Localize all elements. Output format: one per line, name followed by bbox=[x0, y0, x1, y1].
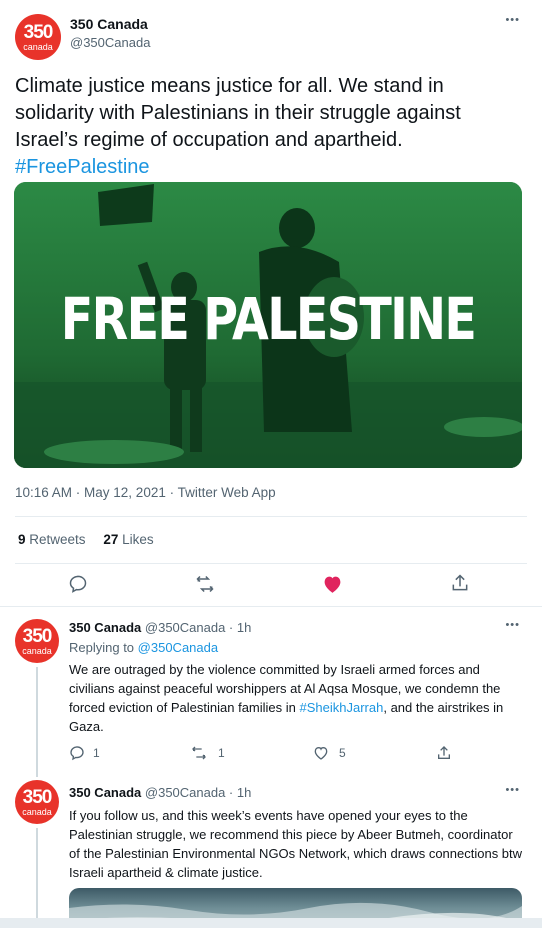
reply-action-bar: 1 1 5 bbox=[69, 745, 524, 765]
retweet-icon bbox=[192, 746, 206, 760]
tweet-text: Climate justice means justice for all. W… bbox=[15, 73, 515, 181]
thread-line bbox=[36, 828, 38, 928]
reply-handle-time[interactable]: @350Canada · 1h bbox=[145, 785, 251, 800]
tweet-image[interactable]: FREE PALESTINE bbox=[14, 182, 522, 468]
reply-avatar[interactable]: 350 canada bbox=[15, 780, 59, 824]
thread-line bbox=[36, 767, 38, 777]
reply-handle-time[interactable]: @350Canada · 1h bbox=[145, 620, 251, 635]
reply-avatar[interactable]: 350 canada bbox=[15, 619, 59, 663]
retweet-icon[interactable] bbox=[194, 574, 216, 594]
tweet-stats: 9 Retweets 27 Likes bbox=[18, 532, 154, 547]
author-name[interactable]: 350 Canada bbox=[70, 16, 148, 32]
tweet-timestamp[interactable]: 10:16 AM · May 12, 2021 · Twitter Web Ap… bbox=[15, 485, 276, 500]
reply-button[interactable]: 1 bbox=[69, 745, 100, 761]
more-options-icon[interactable]: ••• bbox=[505, 14, 520, 26]
divider bbox=[15, 563, 527, 564]
likes-stat[interactable]: 27 Likes bbox=[103, 532, 153, 547]
like-heart-icon[interactable] bbox=[322, 574, 343, 594]
thread-line bbox=[36, 667, 38, 767]
bottom-bar bbox=[0, 918, 542, 928]
more-options-icon[interactable]: ••• bbox=[505, 784, 520, 796]
like-button[interactable]: 5 bbox=[313, 745, 346, 761]
reply-author-name[interactable]: 350 Canada bbox=[69, 620, 141, 635]
share-button[interactable] bbox=[436, 745, 452, 764]
reply-header: 350 Canada @350Canada · 1h bbox=[69, 620, 251, 635]
reply-tweet[interactable]: 350 canada 350 Canada @350Canada · 1h ••… bbox=[0, 767, 542, 928]
like-heart-icon bbox=[314, 746, 328, 760]
reply-header: 350 Canada @350Canada · 1h bbox=[69, 785, 251, 800]
replying-to-link[interactable]: @350Canada bbox=[138, 640, 218, 655]
retweet-button[interactable]: 1 bbox=[190, 745, 225, 761]
retweets-stat[interactable]: 9 Retweets bbox=[18, 532, 89, 547]
reply-text: If you follow us, and this week’s events… bbox=[69, 808, 523, 880]
share-icon bbox=[438, 746, 450, 759]
reply-icon[interactable] bbox=[68, 574, 88, 594]
reply-text: We are outraged by the violence committe… bbox=[69, 662, 504, 734]
author-handle[interactable]: @350Canada bbox=[70, 35, 150, 50]
more-options-icon[interactable]: ••• bbox=[505, 619, 520, 631]
hashtag-link[interactable]: #FreePalestine bbox=[15, 154, 515, 181]
hashtag-link[interactable]: #SheikhJarrah bbox=[300, 700, 384, 715]
divider bbox=[15, 516, 527, 517]
reply-author-name[interactable]: 350 Canada bbox=[69, 785, 141, 800]
action-bar bbox=[0, 570, 542, 600]
author-avatar[interactable]: 350 canada bbox=[15, 14, 61, 60]
image-caption: FREE PALESTINE bbox=[60, 285, 477, 353]
replying-to: Replying to @350Canada bbox=[69, 640, 219, 655]
reply-icon bbox=[70, 746, 84, 761]
share-icon[interactable] bbox=[450, 573, 470, 593]
reply-tweet[interactable]: 350 canada 350 Canada @350Canada · 1h ••… bbox=[0, 607, 542, 767]
